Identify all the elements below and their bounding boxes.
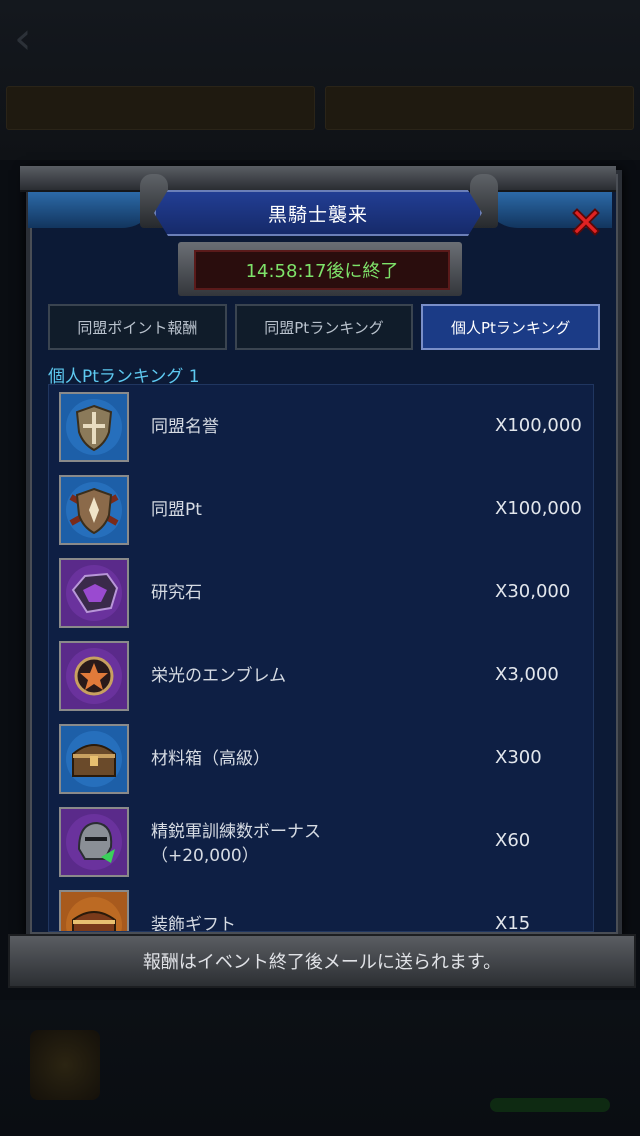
reward-name: 装飾ギフト <box>151 915 236 932</box>
background-header: ‹ <box>0 0 640 160</box>
reward-icon-frame <box>59 890 129 931</box>
timer-frame: 14:58:17後に終了 <box>178 242 462 296</box>
reward-row: 研究石 X30,000 <box>49 551 593 634</box>
countdown-text: 14:58:17後に終了 <box>245 261 399 282</box>
reward-quantity: X15 <box>495 913 531 932</box>
tab-alliance-point-reward[interactable]: 同盟ポイント報酬 <box>48 304 227 350</box>
event-reward-modal: 黒騎士襲来 14:58:17後に終了 同盟ポイント報酬 同盟Ptランキング 個人… <box>8 166 636 990</box>
crossed-shield-icon <box>61 477 127 543</box>
reward-name: 同盟名誉 <box>151 417 219 437</box>
reward-name-detail: （+20,000） <box>151 846 259 866</box>
modal-title: 黒騎士襲来 <box>267 203 368 226</box>
tab-alliance-pt-ranking[interactable]: 同盟Ptランキング <box>234 304 414 350</box>
footer-bar: 報酬はイベント終了後メールに送られます。 <box>8 934 636 988</box>
background-avatar <box>30 1030 100 1100</box>
reward-quantity: X30,000 <box>495 581 571 602</box>
reward-row: 精鋭軍訓練数ボーナス （+20,000） X60 <box>49 800 593 883</box>
reward-icon-frame <box>59 641 129 711</box>
shield-icon <box>61 394 127 460</box>
chest-icon <box>61 726 127 792</box>
reward-quantity: X3,000 <box>495 664 559 685</box>
reward-row: 材料箱（高級） X300 <box>49 717 593 800</box>
reward-quantity: X300 <box>495 747 542 768</box>
reward-row: 栄光のエンブレム X3,000 <box>49 634 593 717</box>
reward-row: 同盟名誉 X100,000 <box>49 385 593 468</box>
background-progress <box>490 1098 610 1112</box>
reward-quantity: X100,000 <box>495 415 582 436</box>
reward-name: 材料箱（高級） <box>151 749 270 769</box>
back-arrow-icon: ‹ <box>14 13 32 64</box>
reward-row: 装飾ギフト X15 <box>49 883 593 932</box>
reward-icon-frame <box>59 807 129 877</box>
reward-name: 研究石 <box>151 583 202 603</box>
title-plate: 黒騎士襲来 <box>154 190 482 236</box>
reward-quantity: X100,000 <box>495 498 582 519</box>
reward-quantity: X60 <box>495 830 531 851</box>
emblem-icon <box>61 643 127 709</box>
research-stone-icon <box>61 560 127 626</box>
background-tab <box>325 86 634 130</box>
background-tab <box>6 86 315 130</box>
modal-top-rail <box>20 166 616 192</box>
tab-bar: 同盟ポイント報酬 同盟Ptランキング 個人Ptランキング <box>48 304 601 350</box>
reward-row: 同盟Pt X100,000 <box>49 468 593 551</box>
curtain-left <box>28 192 158 228</box>
reward-name-line: 精鋭軍訓練数ボーナス <box>151 822 321 842</box>
reward-name: 栄光のエンブレム <box>151 666 287 686</box>
reward-list[interactable]: 同盟名誉 X100,000 同盟Pt X100,000 研究石 X30,000 … <box>48 384 594 932</box>
countdown-box: 14:58:17後に終了 <box>194 250 450 290</box>
close-icon <box>572 208 600 236</box>
reward-icon-frame <box>59 724 129 794</box>
close-button[interactable] <box>566 202 606 242</box>
gift-chest-icon <box>61 892 127 931</box>
tab-personal-pt-ranking[interactable]: 個人Ptランキング <box>421 304 601 350</box>
reward-icon-frame <box>59 475 129 545</box>
helmet-icon <box>61 809 127 875</box>
reward-icon-frame <box>59 558 129 628</box>
reward-name: 精鋭軍訓練数ボーナス （+20,000） <box>151 820 411 868</box>
footer-note: 報酬はイベント終了後メールに送られます。 <box>142 952 502 973</box>
background-tabs <box>6 86 634 130</box>
reward-name: 同盟Pt <box>151 500 202 520</box>
reward-icon-frame <box>59 392 129 462</box>
